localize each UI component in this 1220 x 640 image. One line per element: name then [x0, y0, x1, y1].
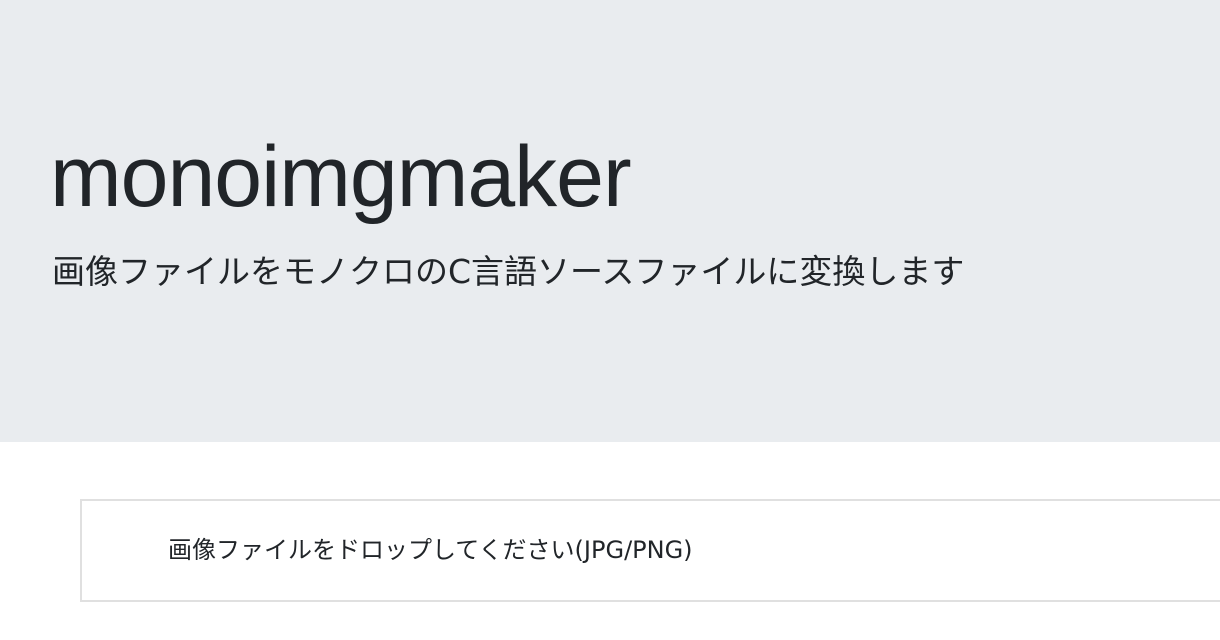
header-jumbotron: monoimgmaker 画像ファイルをモノクロのC言語ソースファイルに変換しま… [0, 0, 1220, 442]
dropzone-label: 画像ファイルをドロップしてください(JPG/PNG) [168, 536, 693, 564]
page-title: monoimgmaker [50, 129, 632, 225]
page-subtitle: 画像ファイルをモノクロのC言語ソースファイルに変換します [52, 252, 965, 291]
file-dropzone[interactable]: 画像ファイルをドロップしてください(JPG/PNG) [80, 499, 1220, 602]
